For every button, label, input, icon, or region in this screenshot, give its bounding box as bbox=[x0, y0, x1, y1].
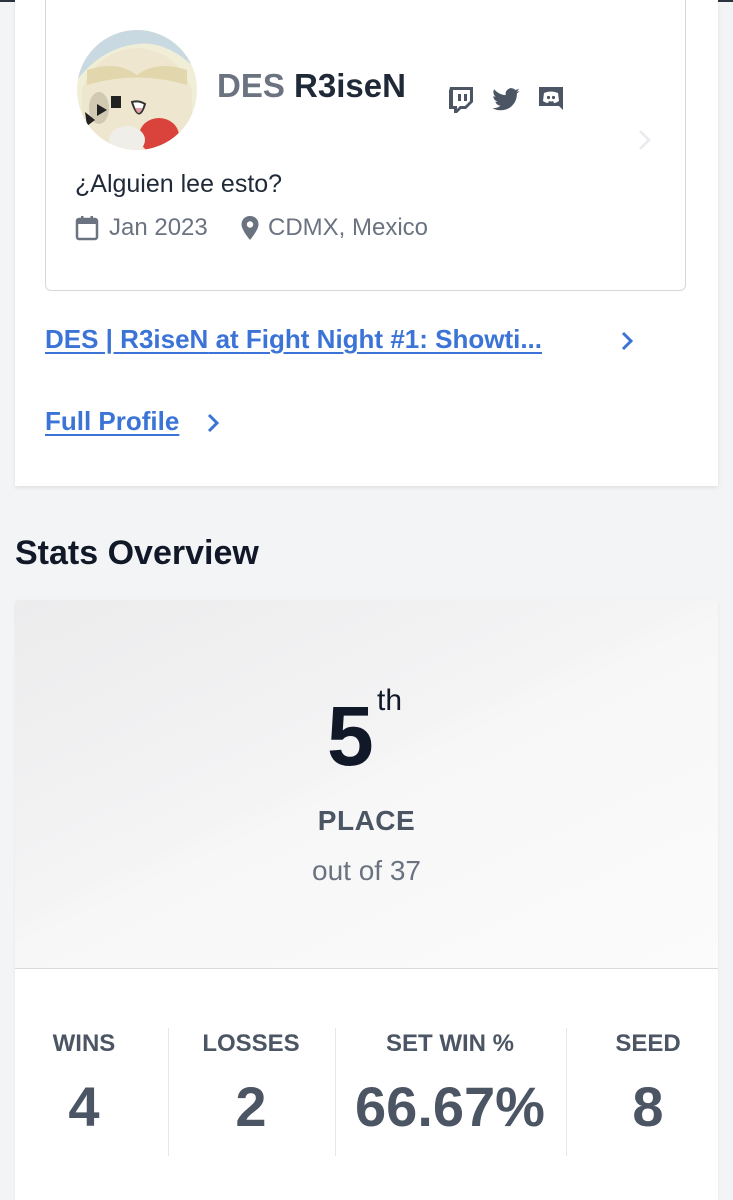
section-title: Stats Overview bbox=[15, 534, 259, 572]
full-profile-link[interactable]: Full Profile bbox=[45, 406, 179, 437]
stat-value: 2 bbox=[235, 1075, 267, 1138]
stat-divider bbox=[168, 1028, 169, 1156]
avatar[interactable] bbox=[77, 30, 197, 150]
player-location: CDMX, Mexico bbox=[268, 214, 429, 241]
stat-value: 8 bbox=[632, 1075, 664, 1138]
stat-value: 66.67% bbox=[355, 1075, 545, 1138]
chevron-right-icon[interactable] bbox=[618, 330, 636, 352]
discord-icon[interactable] bbox=[536, 84, 566, 114]
stat-label: WINS bbox=[52, 1030, 116, 1057]
event-link-player: DES | R3iseN bbox=[45, 324, 209, 354]
player-name: DES R3iseN bbox=[217, 66, 406, 106]
stat-label: SEED bbox=[615, 1030, 681, 1057]
calendar-icon bbox=[75, 215, 99, 246]
placement-label: PLACE bbox=[317, 805, 416, 836]
chevron-right-icon[interactable] bbox=[204, 412, 222, 434]
stat-label: LOSSES bbox=[202, 1030, 300, 1057]
placement-suffix: th bbox=[377, 684, 403, 717]
placement-panel: 5 th PLACE out of 37 bbox=[15, 600, 718, 969]
placement-total: out of 37 bbox=[312, 855, 421, 886]
chevron-right-icon bbox=[634, 128, 654, 152]
location-pin-icon bbox=[240, 215, 260, 246]
twitch-icon[interactable] bbox=[446, 84, 476, 114]
placement-number: 5 bbox=[327, 689, 374, 783]
sponsor-prefix: DES bbox=[217, 67, 285, 104]
event-link-at: at bbox=[208, 324, 246, 354]
joined-date: Jan 2023 bbox=[109, 214, 208, 241]
event-link-tournament: Fight Night #1: Showti... bbox=[245, 324, 543, 354]
stat-losses: LOSSES 2 bbox=[185, 1030, 317, 1139]
stat-value: 4 bbox=[68, 1075, 100, 1138]
player-bio: ¿Alguien lee esto? bbox=[75, 170, 283, 198]
event-link[interactable]: DES | R3iseN at Fight Night #1: Showti..… bbox=[45, 324, 542, 355]
twitter-icon[interactable] bbox=[491, 84, 521, 114]
stat-wins: WINS 4 bbox=[15, 1030, 153, 1139]
stats-card: 5 th PLACE out of 37 WINS 4 LOSSES 2 SET… bbox=[15, 600, 718, 1200]
gamertag: R3iseN bbox=[294, 67, 406, 104]
stat-set-win-percent: SET WIN % 66.67% bbox=[337, 1030, 563, 1139]
stat-divider bbox=[566, 1028, 567, 1156]
stat-label: SET WIN % bbox=[385, 1030, 514, 1057]
stat-seed: SEED 8 bbox=[575, 1030, 718, 1139]
stat-divider bbox=[335, 1028, 336, 1156]
